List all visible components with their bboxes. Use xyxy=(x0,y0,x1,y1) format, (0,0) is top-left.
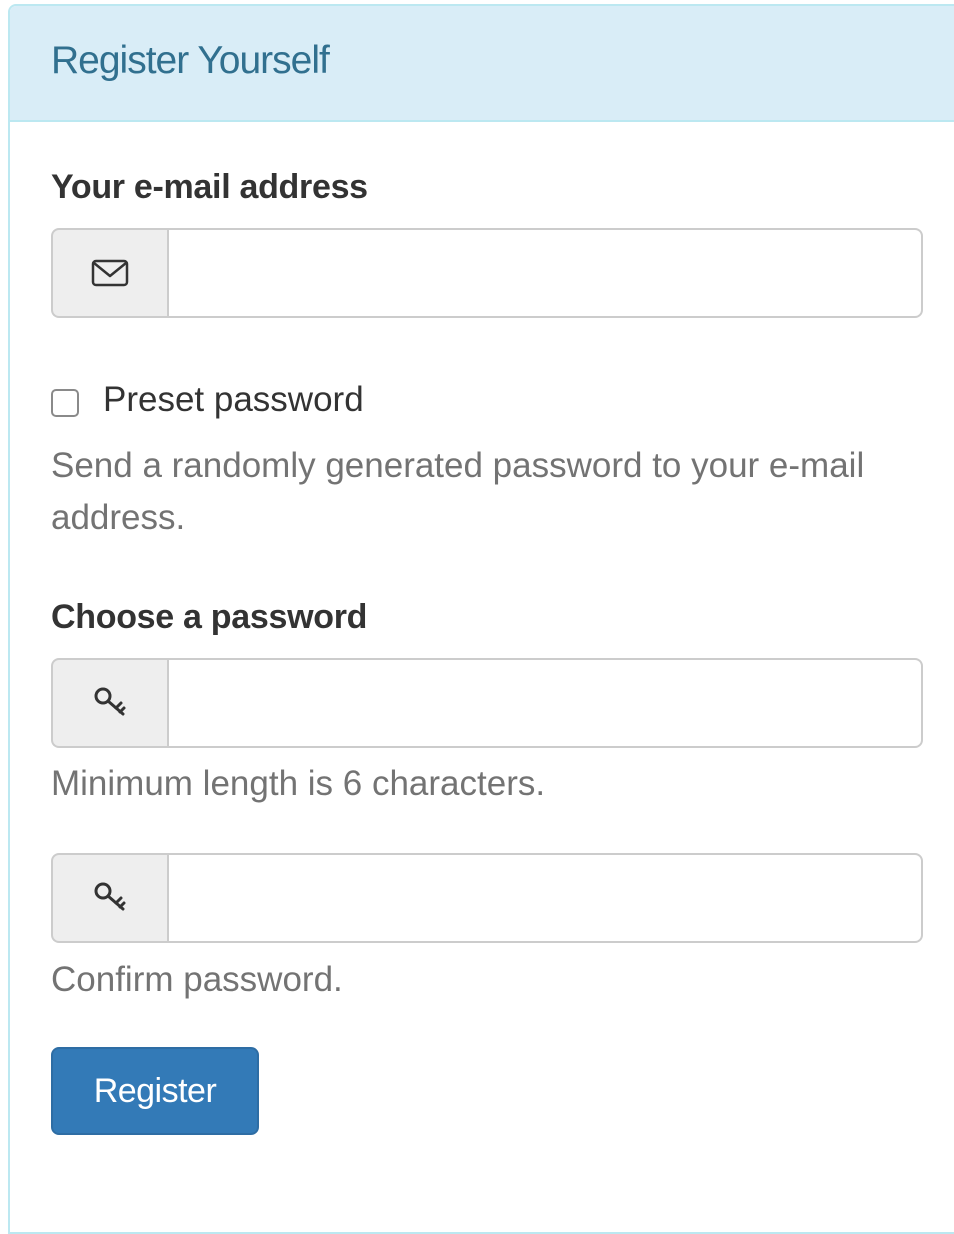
preset-password-row[interactable]: Preset password xyxy=(51,380,364,420)
panel-heading: Register Yourself xyxy=(10,6,954,122)
password-label: Choose a password xyxy=(51,598,368,636)
password-input-group xyxy=(51,658,923,748)
register-button[interactable]: Register xyxy=(51,1047,259,1135)
key-icon xyxy=(92,685,128,721)
key-icon xyxy=(92,880,128,916)
preset-password-label[interactable]: Preset password xyxy=(103,380,364,420)
confirm-password-input-group xyxy=(51,853,923,943)
email-field[interactable] xyxy=(167,228,923,318)
register-panel: Register Yourself Your e-mail address Pr… xyxy=(8,4,954,1234)
email-label: Your e-mail address xyxy=(51,168,368,206)
password-addon xyxy=(51,658,167,748)
email-input-group xyxy=(51,228,923,318)
confirm-password-addon xyxy=(51,853,167,943)
preset-password-checkbox[interactable] xyxy=(51,389,79,417)
email-addon xyxy=(51,228,167,318)
confirm-password-help: Confirm password. xyxy=(51,960,343,999)
panel-title: Register Yourself xyxy=(51,39,330,82)
password-help: Minimum length is 6 characters. xyxy=(51,764,546,803)
password-field[interactable] xyxy=(167,658,923,748)
preset-password-help: Send a randomly generated password to yo… xyxy=(51,446,865,537)
confirm-password-field[interactable] xyxy=(167,853,923,943)
envelope-icon xyxy=(91,259,129,287)
